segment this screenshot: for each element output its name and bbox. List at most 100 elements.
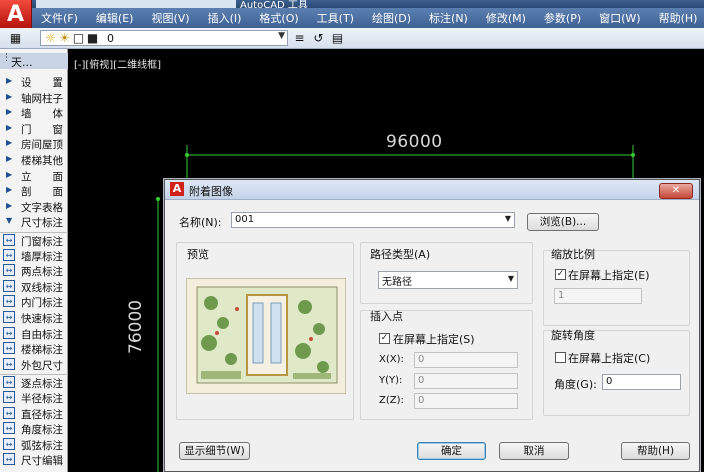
palette-item[interactable]: ↔ 门窗标注 <box>0 232 68 249</box>
palette-item[interactable]: ↔ 弧弦标注 <box>0 437 68 453</box>
show-details-button[interactable]: 显示细节(W) <box>179 442 250 460</box>
palette-item[interactable]: ↔ 逐点标注 <box>0 374 68 391</box>
dimension-tool-icon: ↔ <box>3 279 15 292</box>
chevron-down-icon[interactable]: ▼ <box>508 274 514 283</box>
palette-item[interactable]: ↔ 自由标注 <box>0 326 68 342</box>
scale-specify-checkbox[interactable]: ✓ <box>555 269 566 280</box>
lightbulb-icon[interactable]: ☼ <box>43 31 58 46</box>
palette-title: 天... <box>11 56 33 69</box>
layer-dropdown[interactable]: ☼ ☀ □ ■ 0 ▼ <box>40 30 288 46</box>
palette-item[interactable]: ▶ 楼梯其他 <box>0 152 68 168</box>
palette-item[interactable]: ↔ 双线标注 <box>0 279 68 295</box>
chevron-down-icon[interactable]: ▼ <box>278 31 285 41</box>
insert-specify-checkbox[interactable]: ✓ <box>379 333 390 344</box>
palette-item[interactable]: ↔ 直径标注 <box>0 406 68 422</box>
dimension-tool-icon: ↔ <box>3 234 15 246</box>
palette-item[interactable]: ▶ 轴网柱子 <box>0 90 68 106</box>
menu-modify[interactable]: 修改(M) <box>477 10 535 26</box>
palette-item[interactable]: ↔ 墙厚标注 <box>0 248 68 264</box>
menu-bar: 文件(F) 编辑(E) 视图(V) 插入(I) 格式(O) 工具(T) 绘图(D… <box>32 8 704 28</box>
grip-icon[interactable]: ⋮ <box>2 53 11 63</box>
z-field[interactable]: 0 <box>414 393 518 409</box>
layer-previous-icon[interactable]: ↺ <box>311 31 326 46</box>
menu-view[interactable]: 视图(V) <box>142 10 198 26</box>
chevron-right-icon: ▶ <box>6 169 13 179</box>
palette-item-label: 直径标注 <box>21 408 63 421</box>
menu-draw[interactable]: 绘图(D) <box>363 10 420 26</box>
palette-item[interactable]: ▶ 立 面 <box>0 168 68 184</box>
scale-label: 缩放比例 <box>551 248 595 261</box>
palette-item[interactable]: ↔ 尺寸编辑 <box>0 452 68 468</box>
palette-item[interactable]: ▶ 设 置 <box>0 74 68 90</box>
palette-item-label: 尺寸标注 <box>21 217 63 230</box>
menu-format[interactable]: 格式(O) <box>250 10 307 26</box>
palette-item-label: 尺寸编辑 <box>21 455 63 468</box>
sun-icon[interactable]: ☀ <box>57 31 72 46</box>
tool-palette: ⋮ 天... ▶ 设 置 ▶ 轴网柱子 ▶ 墙 体 ▶ 门 窗 ▶ 房间屋顶 ▶ 楼梯其他 ▶ 立 面 ▶ 剖… <box>0 49 68 472</box>
palette-item-label: 楼梯其他 <box>21 155 63 167</box>
angle-field[interactable]: 0 <box>602 374 681 390</box>
palette-item[interactable]: ▶ 门 窗 <box>0 121 68 137</box>
layer-states-icon[interactable]: ▤ <box>330 31 345 46</box>
lock-icon[interactable]: □ <box>71 31 86 46</box>
menu-edit[interactable]: 编辑(E) <box>87 10 143 26</box>
palette-item[interactable]: ↔ 快速标注 <box>0 310 68 326</box>
dimension-tool-icon: ↔ <box>3 391 15 403</box>
browse-button[interactable]: 浏览(B)... <box>527 213 599 231</box>
layer-properties-icon[interactable]: ▦ <box>8 31 23 46</box>
dimension-tool-icon: ↔ <box>3 376 15 389</box>
menu-help[interactable]: 帮助(H) <box>650 10 704 26</box>
palette-item[interactable]: ↔ 楼梯标注 <box>0 341 68 357</box>
palette-item[interactable]: ↔ 角度标注 <box>0 421 68 437</box>
palette-item[interactable]: ▶ 墙 体 <box>0 105 68 121</box>
name-combobox[interactable]: 001 ▼ <box>231 212 515 228</box>
palette-item[interactable]: ↔ 半径标注 <box>0 390 68 406</box>
chevron-right-icon: ▶ <box>6 76 13 85</box>
layers-toolbar: ▦ ☼ ☀ □ ■ 0 ▼ ≡ ↺ ▤ <box>0 28 704 49</box>
palette-item-label: 墙厚标注 <box>21 250 63 263</box>
insertion-point-label: 插入点 <box>370 310 403 323</box>
dimension-tool-icon: ↔ <box>3 342 15 355</box>
attach-image-dialog: A 附着图像 ✕ 名称(N): 001 ▼ 浏览(B)... 预览 路径类型(A… <box>164 179 700 472</box>
palette-item[interactable]: ▶ 剖 面 <box>0 183 68 199</box>
x-field[interactable]: 0 <box>414 352 518 368</box>
menu-window[interactable]: 窗口(W) <box>590 10 649 26</box>
palette-item[interactable]: ↔ 内门标注 <box>0 294 68 310</box>
dialog-title: 附着图像 <box>189 185 233 198</box>
palette-item[interactable]: ↔ 外包尺寸 <box>0 357 68 373</box>
path-type-dropdown[interactable]: 无路径 ▼ <box>378 271 518 289</box>
ok-button[interactable]: 确定 <box>417 442 486 460</box>
menu-parametric[interactable]: 参数(P) <box>535 10 590 26</box>
chevron-right-icon: ▶ <box>6 154 13 163</box>
chevron-down-icon[interactable]: ▼ <box>505 214 511 223</box>
name-value: 001 <box>235 214 255 225</box>
rotation-specify-checkbox[interactable] <box>555 352 566 363</box>
menu-tools[interactable]: 工具(T) <box>308 10 363 26</box>
preview-label: 预览 <box>187 248 209 261</box>
menu-file[interactable]: 文件(F) <box>32 10 87 26</box>
dialog-title-bar[interactable]: A 附着图像 ✕ <box>165 180 699 200</box>
palette-item[interactable]: ▼ 尺寸标注 <box>0 214 68 230</box>
app-logo-button[interactable]: A <box>0 0 32 30</box>
palette-item[interactable]: ▶ 房间屋顶 <box>0 136 68 152</box>
palette-header[interactable]: ⋮ 天... <box>0 53 68 69</box>
cancel-button[interactable]: 取消 <box>499 442 569 460</box>
menu-insert[interactable]: 插入(I) <box>199 10 251 26</box>
path-type-value: 无路径 <box>382 277 412 288</box>
dimension-tool-icon: ↔ <box>3 264 15 277</box>
z-label: Z(Z): <box>379 395 404 406</box>
chevron-right-icon: ▶ <box>6 91 13 101</box>
name-label: 名称(N): <box>179 216 222 229</box>
site-plan-thumbnail <box>187 279 345 393</box>
y-field[interactable]: 0 <box>414 373 518 389</box>
palette-item[interactable]: ↔ 两点标注 <box>0 263 68 279</box>
scale-field[interactable]: 1 <box>554 288 642 304</box>
palette-item[interactable]: ▶ 文字表格 <box>0 199 68 215</box>
scale-specify-label: 在屏幕上指定(E) <box>568 269 650 282</box>
dimension-tick-right <box>631 153 635 157</box>
menu-dimension[interactable]: 标注(N) <box>420 10 477 26</box>
quick-access-toolbar[interactable] <box>36 0 236 8</box>
help-button[interactable]: 帮助(H) <box>621 442 690 460</box>
close-button[interactable]: ✕ <box>659 183 693 199</box>
make-current-layer-icon[interactable]: ≡ <box>292 31 307 46</box>
